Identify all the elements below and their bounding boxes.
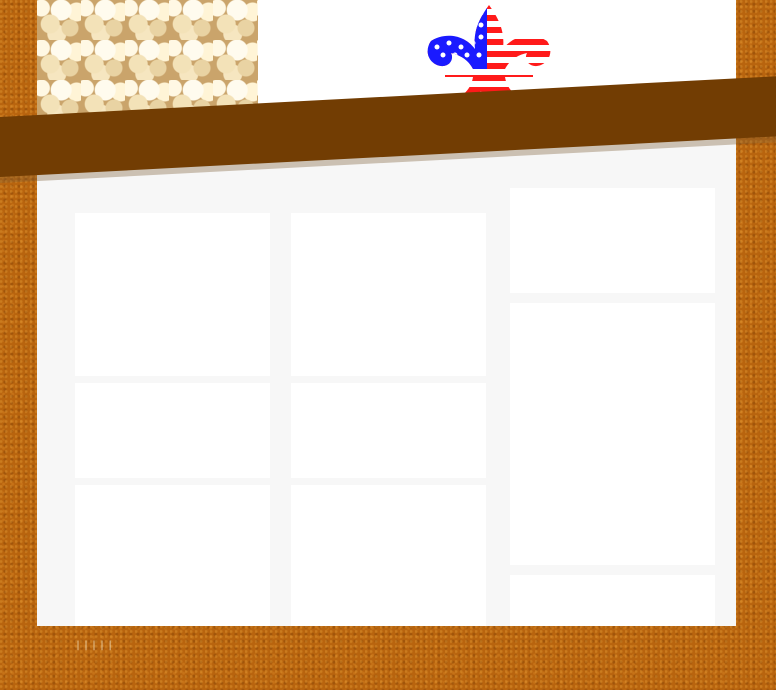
sidebar-panel-1 [510, 188, 715, 293]
sidebar-panel-3 [510, 575, 715, 626]
footer-marks: ||||| [75, 640, 116, 651]
popcorn-photo [37, 0, 258, 120]
sidebar-panel-2 [510, 303, 715, 565]
content-panel-6 [291, 485, 486, 626]
content-panel-1 [75, 213, 270, 376]
content-panel-5 [75, 485, 270, 626]
content-panel-4 [291, 383, 486, 478]
content-panel-3 [75, 383, 270, 478]
content-panel-2 [291, 213, 486, 376]
